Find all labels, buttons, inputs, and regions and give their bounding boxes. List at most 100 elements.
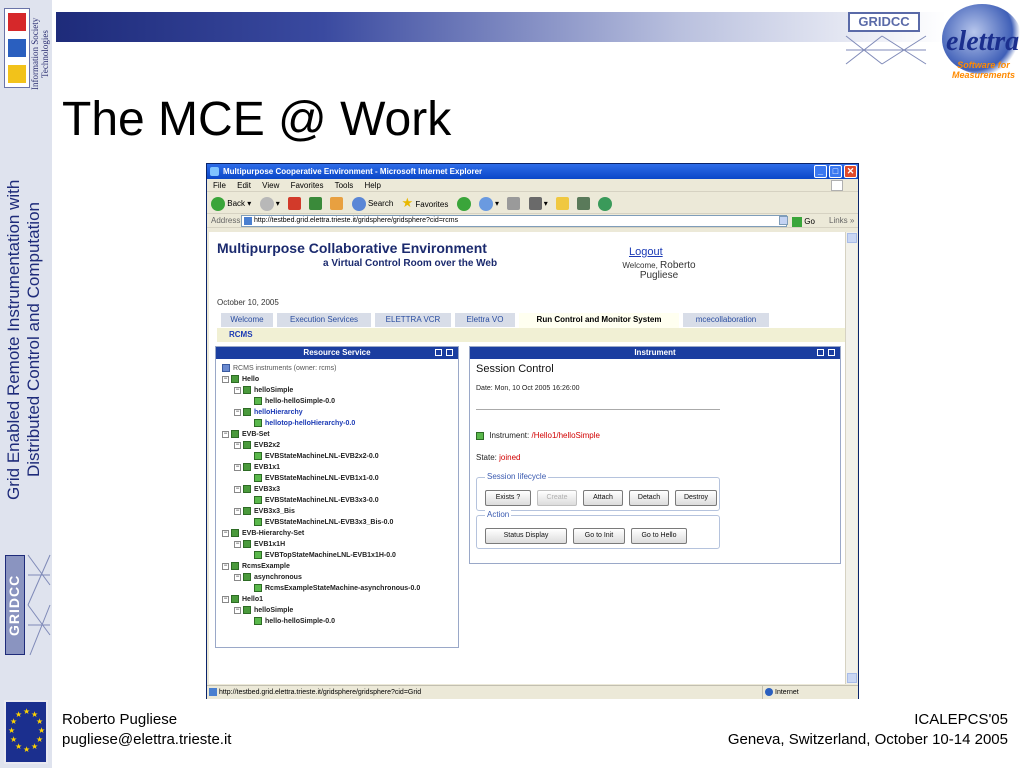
state-label: State: [476,453,497,462]
mail-button[interactable]: ▾ [478,193,499,215]
go-to-init-button[interactable]: Go to Init [573,528,625,544]
tab-mcecollaboration[interactable]: mcecollaboration [683,313,769,327]
tree-leaf[interactable]: RcmsExampleStateMachine-asynchronous-0.0 [254,583,420,594]
links-button[interactable]: Links » [829,214,854,228]
research-button[interactable] [577,193,591,215]
menu-help[interactable]: Help [365,181,381,190]
tree-node-label: EVB1x1H [254,541,286,548]
menu-view[interactable]: View [262,181,279,190]
close-button[interactable]: ✕ [844,165,857,178]
search-button[interactable]: Search [351,193,393,215]
collapse-icon: − [234,507,241,515]
portlet-minimize-icon[interactable] [817,349,824,356]
tab-run-control[interactable]: Run Control and Monitor System [519,313,679,329]
tab-elettra-vo[interactable]: Elettra VO [455,313,515,327]
menu-tools[interactable]: Tools [335,181,354,190]
address-dropdown-button[interactable] [779,216,788,225]
tree-leaf[interactable]: EVBStateMachineLNL-EVB2x2-0.0 [254,451,379,462]
tree-leaf[interactable]: EVBStateMachineLNL-EVB3x3_Bis-0.0 [254,517,393,528]
tab-execution-services[interactable]: Execution Services [277,313,371,327]
minimize-button[interactable]: _ [814,165,827,178]
address-input[interactable]: http://testbed.grid.elettra.trieste.it/g… [241,215,787,227]
tree-node[interactable]: − Hello [222,374,259,385]
stop-icon [288,197,301,211]
ist-text: Information Society Technologies [30,4,52,104]
forward-button[interactable]: ▾ [259,193,280,215]
folder-button[interactable] [556,193,569,215]
portlet-maximize-icon[interactable] [828,349,835,356]
tab-welcome[interactable]: Welcome [221,313,273,327]
instrument-icon [254,474,262,483]
scroll-up-icon[interactable] [847,233,857,243]
tree-leaf-label: EVBStateMachineLNL-EVB3x3_Bis-0.0 [265,519,394,526]
collapse-icon: − [234,386,241,394]
refresh-icon [309,197,323,211]
attach-button[interactable]: Attach [583,490,623,506]
tree-node[interactable]: − helloSimple [234,385,293,396]
tree-root-label: RCMS instruments (owner: rcms) [233,365,337,372]
menu-edit[interactable]: Edit [237,181,251,190]
tab-elettra-vcr[interactable]: ELETTRA VCR [375,313,451,327]
tree-node[interactable]: − RcmsExample [222,561,290,572]
gridcc-logo: GRIDCC [842,8,930,66]
resource-service-title: Resource Service [303,348,371,357]
tree-node[interactable]: − EVB1x1H [234,539,285,550]
tree-root[interactable]: RCMS instruments (owner: rcms) [222,363,336,374]
elettra-logo: elettra Software for Measurements [922,4,1024,80]
messenger-button[interactable] [598,193,613,215]
destroy-button[interactable]: Destroy [675,490,717,506]
edit-icon [528,197,542,211]
vertical-scrollbar[interactable] [845,232,857,684]
tree-node[interactable]: − asynchronous [234,572,302,583]
instrument-group-icon [243,441,251,450]
tree-node[interactable]: − Hello1 [222,594,263,605]
favorites-button[interactable]: ★ Favorites [402,192,449,216]
menu-favorites[interactable]: Favorites [291,181,324,190]
sub-tab-rcms[interactable]: RCMS [229,330,253,339]
tree-leaf[interactable]: EVBStateMachineLNL-EVB3x3-0.0 [254,495,379,506]
menu-file[interactable]: File [213,181,226,190]
back-button[interactable]: Back ▾ [211,193,251,215]
create-button[interactable]: Create [537,490,577,506]
tree-node[interactable]: − EVB3x3_Bis [234,506,295,517]
refresh-button[interactable] [309,193,323,215]
research-icon [577,197,591,211]
browser-titlebar[interactable]: Multipurpose Cooperative Environment - M… [207,164,858,179]
history-button[interactable] [456,193,471,215]
page-date: October 10, 2005 [217,298,279,307]
app-subtitle: a Virtual Control Room over the Web [323,258,498,269]
logout-link[interactable]: Logout [629,246,663,258]
edit-button[interactable]: ▾ [528,193,548,215]
tree-node[interactable]: − EVB2x2 [234,440,280,451]
tree-node[interactable]: − EVB1x1 [234,462,280,473]
tree-node[interactable]: − helloHierarchy [234,407,303,418]
collapse-icon: − [234,408,241,416]
home-button[interactable] [330,193,344,215]
instrument-group-icon [231,595,239,604]
stop-button[interactable] [288,193,301,215]
instrument-title: Instrument [634,348,676,357]
print-button[interactable] [507,193,521,215]
scroll-down-icon[interactable] [847,673,857,683]
portlet-maximize-icon[interactable] [446,349,453,356]
go-label: Go [804,217,815,226]
ist-logo-red-icon [8,13,26,31]
tree-node[interactable]: − EVB-Hierarchy-Set [222,528,304,539]
go-button[interactable]: Go [792,215,815,229]
detach-button[interactable]: Detach [629,490,669,506]
tree-leaf[interactable]: hello-helloSimple-0.0 [254,396,335,407]
tree-leaf[interactable]: EVBStateMachineLNL-EVB1x1-0.0 [254,473,379,484]
tree-node[interactable]: − EVB-Set [222,429,270,440]
portlet-minimize-icon[interactable] [435,349,442,356]
session-lifecycle-group: Session lifecycle Exists ? Create Attach… [476,472,720,511]
tree-node[interactable]: − EVB3x3 [234,484,280,495]
tree-node[interactable]: − helloSimple [234,605,293,616]
exists-button[interactable]: Exists ? [485,490,531,506]
maximize-button[interactable]: □ [829,165,842,178]
go-to-hello-button[interactable]: Go to Hello [631,528,687,544]
tree-leaf[interactable]: EVBTopStateMachineLNL-EVB1x1H-0.0 [254,550,396,561]
tree-leaf[interactable]: hello-helloSimple-0.0 [254,616,335,627]
tree-leaf[interactable]: hellotop-helloHierarchy-0.0 [254,418,355,429]
ist-logo [4,8,30,88]
status-display-button[interactable]: Status Display [485,528,567,544]
